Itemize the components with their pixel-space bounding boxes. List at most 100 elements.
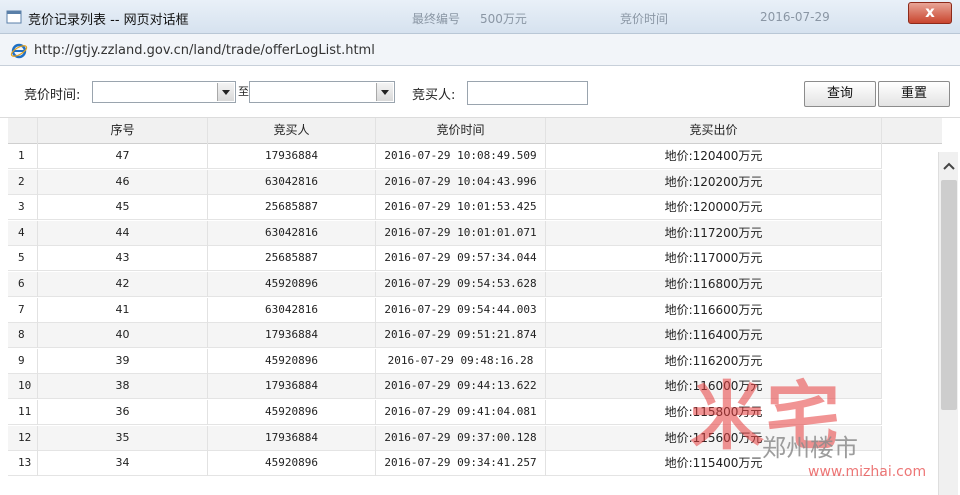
- start-time-select[interactable]: [92, 81, 236, 103]
- row-price: 地价:117000万元: [546, 246, 882, 272]
- url-text[interactable]: http://gtjy.zzland.gov.cn/land/trade/off…: [34, 43, 375, 58]
- row-seq: 35: [38, 425, 208, 451]
- header-seq: 序号: [38, 118, 208, 144]
- background-text: 竞价时间: [620, 12, 669, 26]
- row-price: 地价:115400万元: [546, 451, 882, 477]
- row-price: 地价:115600万元: [546, 425, 882, 451]
- background-text: 2016-07-29: [760, 10, 830, 24]
- table-scrollbar[interactable]: [938, 152, 958, 495]
- row-index: 12: [8, 425, 38, 451]
- table-row[interactable]: 13 34 45920896 2016-07-29 09:34:41.257 地价:11…: [8, 451, 942, 477]
- row-seq: 44: [38, 220, 208, 246]
- table-row[interactable]: 12 35 17936884 2016-07-29 09:37:00.128 地价:11…: [8, 425, 942, 451]
- row-time: 2016-07-29 09:51:21.874: [376, 323, 546, 349]
- row-price: 地价:120200万元: [546, 169, 882, 195]
- row-buyer: 17936884: [208, 425, 376, 451]
- row-price: 地价:117200万元: [546, 220, 882, 246]
- row-price: 地价:120000万元: [546, 195, 882, 221]
- row-index: 10: [8, 374, 38, 400]
- table-row[interactable]: 6 42 45920896 2016-07-29 09:54:53.628 地价:116…: [8, 272, 942, 297]
- query-button[interactable]: 查询: [804, 81, 876, 107]
- header-index: [8, 118, 38, 144]
- row-time: 2016-07-29 10:04:43.996: [376, 169, 546, 195]
- header-price: 竞买出价: [546, 118, 882, 144]
- row-time: 2016-07-29 09:48:16.28: [376, 348, 546, 374]
- table-row[interactable]: 2 46 63042816 2016-07-29 10:04:43.996 地价:120…: [8, 169, 942, 195]
- row-blank: [882, 144, 942, 169]
- buyer-label: 竞买人:: [412, 88, 456, 103]
- row-price: 地价:116800万元: [546, 272, 882, 297]
- filter-bar: 竞价时间: 至 竞买人: 查询 重置: [0, 66, 960, 118]
- chevron-down-icon[interactable]: [217, 83, 234, 101]
- header-time: 竞价时间: [376, 118, 546, 144]
- row-index: 5: [8, 246, 38, 272]
- row-buyer: 25685887: [208, 246, 376, 272]
- row-buyer: 63042816: [208, 169, 376, 195]
- header-blank: [882, 118, 942, 144]
- row-seq: 47: [38, 144, 208, 169]
- row-seq: 43: [38, 246, 208, 272]
- row-blank: [882, 169, 942, 195]
- row-index: 9: [8, 348, 38, 374]
- row-blank: [882, 195, 942, 221]
- row-time: 2016-07-29 09:41:04.081: [376, 400, 546, 425]
- window-title: 竞价记录列表 -- 网页对话框: [28, 13, 189, 28]
- row-buyer: 25685887: [208, 195, 376, 221]
- row-buyer: 45920896: [208, 451, 376, 477]
- table-row[interactable]: 4 44 63042816 2016-07-29 10:01:01.071 地价:117…: [8, 220, 942, 246]
- row-index: 7: [8, 297, 38, 323]
- row-price: 地价:116200万元: [546, 348, 882, 374]
- row-index: 8: [8, 323, 38, 349]
- row-blank: [882, 451, 942, 477]
- header-buyer: 竞买人: [208, 118, 376, 144]
- row-buyer: 63042816: [208, 220, 376, 246]
- table-row[interactable]: 5 43 25685887 2016-07-29 09:57:34.044 地价:117…: [8, 246, 942, 272]
- close-icon: x: [925, 3, 935, 21]
- table-row[interactable]: 11 36 45920896 2016-07-29 09:41:04.081 地价:11…: [8, 400, 942, 425]
- background-text: 最终编号: [412, 12, 461, 26]
- row-blank: [882, 297, 942, 323]
- bid-time-label: 竞价时间:: [24, 88, 81, 103]
- row-seq: 46: [38, 169, 208, 195]
- row-index: 1: [8, 144, 38, 169]
- row-index: 3: [8, 195, 38, 221]
- table-row[interactable]: 8 40 17936884 2016-07-29 09:51:21.874 地价:116…: [8, 323, 942, 349]
- scrollbar-thumb[interactable]: [941, 180, 957, 410]
- table-row[interactable]: 9 39 45920896 2016-07-29 09:48:16.28 地价:1162…: [8, 348, 942, 374]
- row-blank: [882, 374, 942, 400]
- row-price: 地价:116000万元: [546, 374, 882, 400]
- row-time: 2016-07-29 10:08:49.509: [376, 144, 546, 169]
- row-seq: 45: [38, 195, 208, 221]
- dialog-icon: [6, 10, 22, 24]
- table-row[interactable]: 7 41 63042816 2016-07-29 09:54:44.003 地价:116…: [8, 297, 942, 323]
- row-time: 2016-07-29 09:37:00.128: [376, 425, 546, 451]
- row-seq: 38: [38, 374, 208, 400]
- row-index: 13: [8, 451, 38, 477]
- row-time: 2016-07-29 09:54:44.003: [376, 297, 546, 323]
- row-time: 2016-07-29 10:01:53.425: [376, 195, 546, 221]
- row-time: 2016-07-29 09:54:53.628: [376, 272, 546, 297]
- row-price: 地价:116400万元: [546, 323, 882, 349]
- address-bar: http://gtjy.zzland.gov.cn/land/trade/off…: [0, 34, 960, 66]
- table-row[interactable]: 3 45 25685887 2016-07-29 10:01:53.425 地价:120…: [8, 195, 942, 221]
- row-buyer: 45920896: [208, 348, 376, 374]
- close-button[interactable]: x: [908, 2, 952, 24]
- table-row[interactable]: 10 38 17936884 2016-07-29 09:44:13.622 地价:11…: [8, 374, 942, 400]
- row-buyer: 17936884: [208, 323, 376, 349]
- row-index: 11: [8, 400, 38, 425]
- table-row[interactable]: 1 47 17936884 2016-07-29 10:08:49.509 地价:120…: [8, 144, 942, 169]
- buyer-input[interactable]: [467, 81, 588, 105]
- chevron-up-icon[interactable]: [941, 158, 957, 174]
- row-index: 2: [8, 169, 38, 195]
- chevron-down-icon[interactable]: [376, 83, 393, 101]
- range-separator: 至: [238, 85, 249, 98]
- row-blank: [882, 425, 942, 451]
- table-header: 序号 竞买人 竞价时间 竞买出价: [8, 118, 942, 144]
- reset-button[interactable]: 重置: [878, 81, 950, 107]
- row-buyer: 17936884: [208, 374, 376, 400]
- row-blank: [882, 272, 942, 297]
- row-price: 地价:115800万元: [546, 400, 882, 425]
- end-time-select[interactable]: [249, 81, 395, 103]
- bid-record-table: 序号 竞买人 竞价时间 竞买出价 1 47 17936884 2016-07-29 1…: [8, 118, 942, 495]
- row-buyer: 17936884: [208, 144, 376, 169]
